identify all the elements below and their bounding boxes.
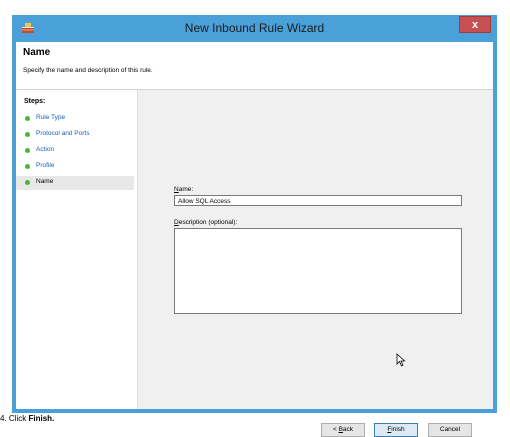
page-title: Name — [23, 47, 51, 58]
description-textarea[interactable] — [174, 228, 462, 314]
mouse-pointer-icon — [396, 353, 406, 367]
name-label-rest: ame: — [178, 186, 194, 193]
step-label: Rule Type — [36, 114, 66, 121]
close-button[interactable]: x — [459, 16, 491, 33]
wizard-header: Name Specify the name and description of… — [16, 42, 493, 90]
title-bar[interactable]: New Inbound Rule Wizard x — [12, 15, 497, 42]
name-input[interactable]: Allow SQL Access — [174, 195, 462, 206]
name-label: Name: — [174, 186, 193, 193]
green-dot-icon — [25, 148, 30, 153]
instruction-caption: 4. Click Finish. — [0, 414, 54, 423]
page-description: Specify the name and description of this… — [23, 67, 153, 74]
green-dot-icon — [25, 116, 30, 121]
finish-button[interactable]: Finish — [374, 423, 418, 437]
cancel-button[interactable]: Cancel — [428, 423, 472, 437]
step-label: Protocol and Ports — [36, 130, 90, 137]
client-area: Name Specify the name and description of… — [16, 42, 493, 437]
step-profile[interactable]: Profile — [16, 160, 134, 174]
step-label: Action — [36, 146, 55, 153]
step-protocol-and-ports[interactable]: Protocol and Ports — [16, 128, 134, 142]
step-label: Name — [36, 178, 54, 185]
step-action[interactable]: Action — [16, 144, 134, 158]
wizard-window: New Inbound Rule Wizard x Name Specify t… — [12, 15, 497, 437]
description-label: Description (optional): — [174, 219, 237, 226]
step-name[interactable]: Name — [16, 176, 134, 190]
step-label: Profile — [36, 162, 55, 169]
back-button[interactable]: < Back — [321, 423, 365, 437]
green-dot-icon — [25, 164, 30, 169]
content-panel: Name: Allow SQL Access Description (opti… — [137, 90, 493, 437]
green-dot-icon — [25, 180, 30, 185]
caption-text: Click — [8, 414, 29, 423]
steps-title: Steps: — [24, 98, 46, 105]
caption-bold: Finish. — [28, 414, 55, 423]
finish-button-rest: inish — [391, 426, 405, 433]
steps-panel: Steps: Rule Type Protocol and Ports Acti… — [16, 90, 137, 409]
description-label-rest: escription (optional): — [178, 219, 238, 226]
step-rule-type[interactable]: Rule Type — [16, 112, 134, 126]
window-title: New Inbound Rule Wizard — [184, 21, 325, 35]
back-button-rest: ack — [342, 426, 354, 433]
green-dot-icon — [25, 132, 30, 137]
caption-number: 4. — [0, 414, 7, 423]
